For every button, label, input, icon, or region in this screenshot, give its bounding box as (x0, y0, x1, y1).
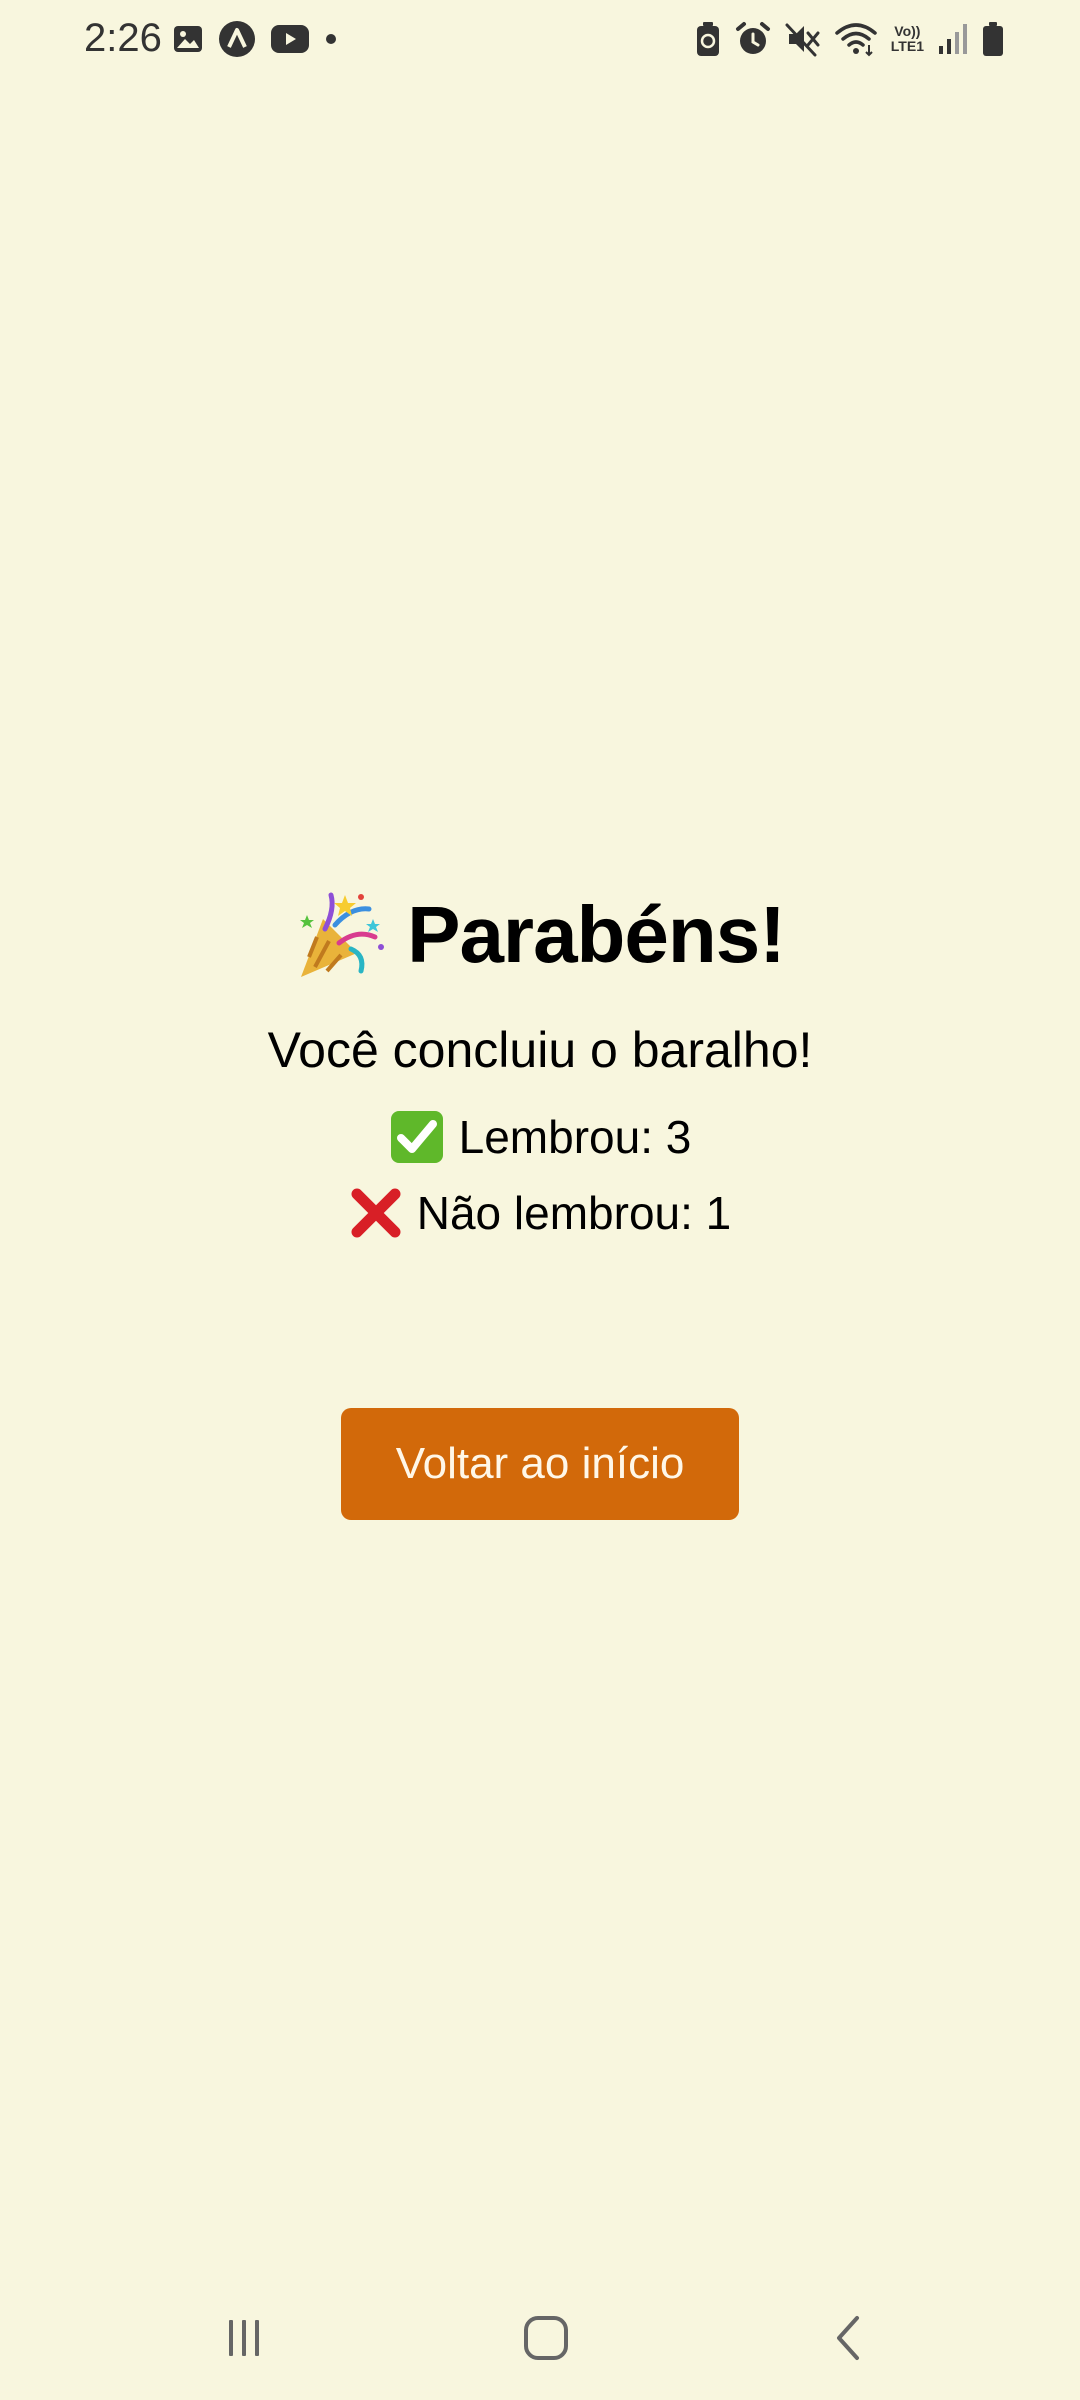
mute-icon (785, 21, 821, 57)
youtube-icon (270, 24, 310, 54)
check-mark-icon (389, 1109, 445, 1165)
subtitle: Você concluiu o baralho! (267, 1022, 813, 1078)
alarm-icon (735, 21, 771, 57)
signal-icon (938, 22, 968, 56)
volte-line-2: LTE1 (890, 38, 924, 54)
back-to-start-button[interactable]: Voltar ao início (341, 1408, 739, 1520)
title-row: Parabéns! (0, 880, 1080, 990)
notification-dot-icon (324, 32, 338, 46)
forgot-stat: Não lembrou: 1 (0, 1182, 1080, 1244)
navigation-bar (0, 2290, 1080, 2390)
home-icon (523, 2315, 569, 2366)
party-popper-icon (295, 889, 387, 981)
home-button[interactable] (506, 2310, 586, 2370)
remembered-stat: Lembrou: 3 (0, 1106, 1080, 1168)
wifi-icon (835, 21, 877, 57)
back-button[interactable] (808, 2310, 888, 2370)
battery-icon (982, 21, 1004, 57)
battery-saver-icon (695, 21, 721, 57)
volte-icon: Vo)) LTE1 (891, 24, 924, 54)
status-time: 2:26 (84, 16, 162, 60)
page-title: Parabéns! (407, 890, 786, 979)
completion-panel: Parabéns! Você concluiu o baralho! Lembr… (0, 880, 1080, 1244)
status-left-icons (172, 20, 338, 58)
status-right-icons: Vo)) LTE1 (695, 18, 1004, 60)
remembered-label: Lembrou: 3 (458, 1111, 692, 1163)
forgot-label: Não lembrou: 1 (416, 1187, 732, 1239)
image-icon (172, 23, 204, 55)
volte-line-1: Vo)) (894, 23, 921, 39)
app-a-icon (218, 20, 256, 58)
status-bar: 2:26 Vo)) LTE1 (0, 0, 1080, 80)
recents-icon (224, 2318, 264, 2363)
back-icon (833, 2315, 863, 2366)
recents-button[interactable] (204, 2310, 284, 2370)
cross-mark-icon (349, 1186, 403, 1240)
